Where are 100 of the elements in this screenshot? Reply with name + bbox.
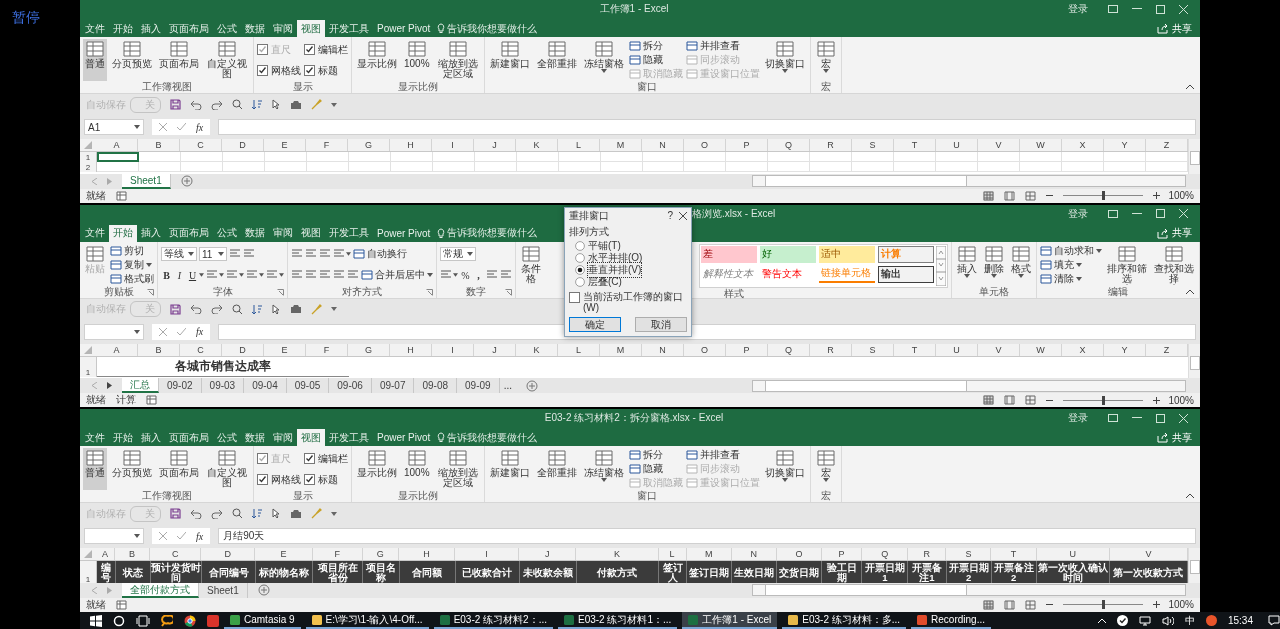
ribbon-button[interactable]: 删除 [982,243,1006,286]
column-header[interactable]: F [312,548,363,561]
ribbon-button[interactable]: 自动求和 [1040,244,1102,258]
grid-cell[interactable] [138,162,181,172]
tell-me-search[interactable]: 告诉我你想要做什么 [434,429,538,447]
sort-icon[interactable] [252,99,263,110]
ribbon-button[interactable]: 剪切 [110,244,154,258]
normal-view-icon[interactable] [983,599,995,610]
column-header[interactable]: V [978,139,1020,151]
column-header[interactable]: P [822,548,863,561]
ribbon-button[interactable]: 排序和筛选 [1105,243,1149,286]
grid-cell[interactable] [264,152,307,162]
column-header[interactable]: D [222,343,264,356]
grid-cell[interactable] [852,162,895,172]
ribbon-button[interactable]: 自定义视图 [204,448,250,491]
taskbar-button[interactable]: E03-2 练习材料2：... [433,612,553,629]
ribbon-button[interactable]: 格式刷 [110,272,154,286]
ribbon-tab[interactable]: 插入 [137,20,165,37]
cell-style[interactable]: 输出 [878,265,934,283]
ribbon-tab[interactable]: 数据 [241,224,269,242]
name-box[interactable] [84,528,144,545]
ribbon-tab[interactable]: 插入 [137,224,165,242]
grid-cell[interactable] [306,152,349,162]
ribbon-button[interactable]: 宏 [813,39,838,81]
ribbon-tab[interactable]: 插入 [137,429,165,447]
ribbon-button[interactable]: 拆分 [628,448,683,462]
macro-record-icon[interactable] [146,395,157,406]
grid-cell[interactable] [1020,152,1063,162]
ribbon-button[interactable]: 普通 [83,448,107,491]
grid-cell[interactable] [348,162,391,172]
grid-cell[interactable] [390,152,433,162]
ribbon-tab[interactable]: Power Pivot [373,429,435,447]
dropdown-field[interactable]: 等线 [161,247,197,262]
ribbon-tab[interactable]: 开始 [109,20,137,37]
check-icon[interactable] [177,532,186,541]
grid-cell[interactable] [180,152,223,162]
add-sheet-icon[interactable] [525,379,538,392]
ribbon-button[interactable]: 隐藏 [628,462,683,476]
insert-function-button[interactable]: fx [196,530,204,542]
ribbon-button[interactable]: 全部重排 [534,39,579,81]
format-icon[interactable] [500,270,512,281]
macro-record-icon[interactable] [116,599,127,610]
zoom-level[interactable]: 100% [1168,599,1194,611]
grid-cell[interactable] [138,152,181,162]
ribbon-button[interactable]: 条件格 [519,243,543,286]
page-layout-icon[interactable] [1004,190,1016,201]
speaker-icon[interactable] [1161,615,1174,626]
ribbon-tab[interactable]: 开始 [109,224,137,242]
column-header[interactable]: S [946,548,992,561]
more-sheets-button[interactable]: ... [499,378,516,394]
grid-cell[interactable] [600,152,643,162]
column-header[interactable]: L [558,139,600,151]
selected-cell[interactable] [97,152,139,162]
column-header[interactable]: W [1020,139,1062,151]
name-box[interactable]: A1 [84,119,144,135]
grid-cell[interactable] [684,152,727,162]
redo-icon[interactable] [211,508,223,519]
ribbon-button[interactable]: 缩放到选定区域 [434,448,481,491]
ribbon-tab[interactable]: 视图 [297,224,325,242]
ribbon-tab[interactable]: 公式 [213,429,241,447]
ribbon-tab[interactable]: 开发工具 [325,20,373,37]
ribbon-tab[interactable]: 公式 [213,20,241,37]
grid-cell[interactable] [810,162,853,172]
column-header[interactable]: K [516,343,558,356]
page-break-icon[interactable] [1025,190,1037,201]
column-header[interactable]: J [474,343,516,356]
column-header[interactable]: N [642,343,684,356]
windows-logo-icon[interactable] [90,614,102,627]
format-icon[interactable] [243,249,255,260]
column-header[interactable]: T [894,139,936,151]
column-header[interactable]: Q [768,343,810,356]
ribbon-tab[interactable]: 开发工具 [325,224,373,242]
grid-cell[interactable] [348,152,391,162]
column-header[interactable]: G [348,343,390,356]
column-header[interactable]: C [180,139,222,151]
column-header[interactable]: Y [1104,343,1146,356]
previous-sheet-icon[interactable] [92,382,97,390]
format-icon[interactable] [246,270,258,281]
format-button[interactable]: I [174,269,185,281]
ribbon-tab[interactable]: 审阅 [269,429,297,447]
ribbon-button[interactable]: 复制 [110,258,154,272]
column-header[interactable]: X [1062,343,1104,356]
column-header[interactable]: F [306,139,348,151]
column-header[interactable]: V [1109,548,1188,561]
column-header[interactable]: H [390,343,432,356]
search-icon[interactable] [113,614,125,627]
column-header[interactable]: A [96,548,116,561]
column-header[interactable]: V [978,343,1020,356]
dialog-launcher-icon[interactable] [505,288,512,296]
caret-icon[interactable] [331,511,337,516]
column-header[interactable]: U [936,343,978,356]
sheet-tab[interactable]: Sheet1 [199,582,248,598]
zoom-in-icon[interactable] [1153,601,1161,609]
brush-icon[interactable] [311,303,322,315]
column-header[interactable]: R [810,343,852,356]
zoom-slider-thumb[interactable] [1102,395,1106,405]
radio-option[interactable]: 平铺(T) [569,239,687,252]
grid-cell[interactable] [810,152,853,162]
grid-cell[interactable] [264,162,307,172]
column-header[interactable]: I [432,139,474,151]
